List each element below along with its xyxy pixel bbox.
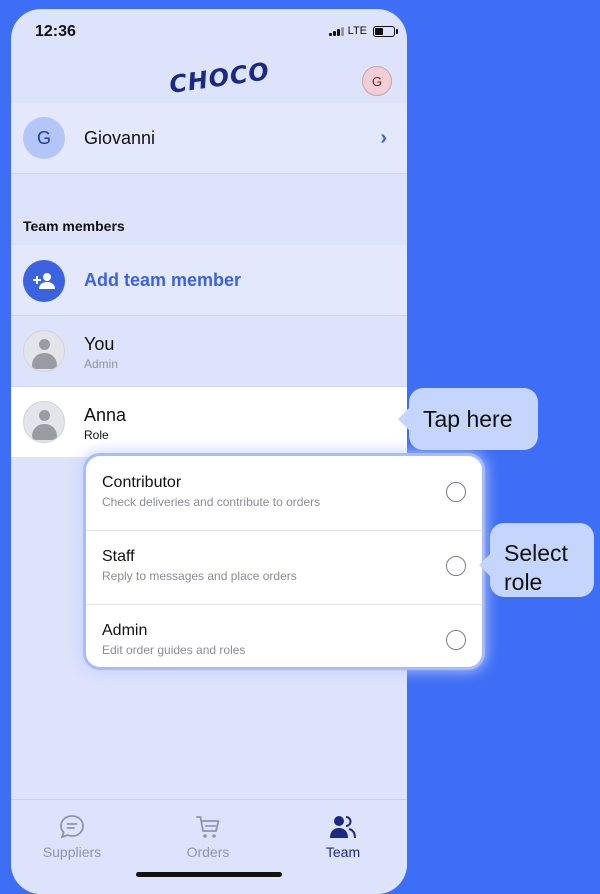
- member-name: Anna: [84, 405, 127, 425]
- option-description: Edit order guides and roles: [102, 643, 246, 657]
- add-person-icon: [23, 260, 65, 302]
- signal-icon: [328, 26, 344, 36]
- user-name: Giovanni: [84, 128, 156, 148]
- option-title: Contributor: [102, 474, 182, 491]
- member-name: You: [84, 334, 115, 354]
- option-description: Reply to messages and place orders: [102, 569, 297, 583]
- status-bar: 12:36 LTE: [11, 9, 407, 59]
- cart-icon: [196, 816, 220, 838]
- radio-button[interactable]: [446, 482, 466, 502]
- option-title: Admin: [102, 622, 148, 639]
- callout-line: role: [504, 569, 543, 595]
- status-indicators: LTE: [328, 25, 398, 37]
- radio-button[interactable]: [446, 556, 466, 576]
- role-option-admin[interactable]: Admin Edit order guides and roles: [86, 604, 482, 667]
- phone-screen: 12:36 LTE CHOCO G G Giovanni › Team memb…: [11, 9, 407, 894]
- network-label: LTE: [347, 25, 367, 37]
- user-avatar: G: [23, 117, 65, 159]
- add-team-member-button[interactable]: Add team member: [11, 245, 407, 316]
- role-dropdown: Contributor Check deliveries and contrib…: [86, 456, 482, 667]
- current-user-row[interactable]: G Giovanni ›: [11, 103, 407, 174]
- member-row-anna[interactable]: Anna Role: [11, 387, 407, 457]
- person-placeholder-icon: [23, 401, 65, 443]
- chevron-right-icon: ›: [380, 127, 387, 149]
- tab-label: Team: [325, 844, 361, 860]
- person-placeholder-icon: [23, 330, 65, 372]
- tab-label: Suppliers: [42, 844, 102, 860]
- home-indicator: [136, 872, 282, 877]
- radio-button[interactable]: [446, 630, 466, 650]
- tab-label: Orders: [186, 844, 230, 860]
- callout-select-role: Select role: [479, 523, 594, 597]
- choco-logo: CHOCO: [167, 57, 272, 99]
- callout-line: Select: [504, 540, 568, 566]
- battery-icon: [373, 25, 398, 37]
- profile-avatar[interactable]: G: [362, 66, 392, 96]
- member-role: Role: [84, 428, 109, 442]
- chat-bubble-icon: [60, 815, 84, 839]
- tab-bar: Suppliers Orders Team: [11, 799, 407, 894]
- role-option-staff[interactable]: Staff Reply to messages and place orders: [86, 530, 482, 605]
- status-time: 12:36: [35, 23, 76, 40]
- role-option-contributor[interactable]: Contributor Check deliveries and contrib…: [86, 456, 482, 531]
- member-row-you[interactable]: You Admin: [11, 316, 407, 387]
- option-description: Check deliveries and contribute to order…: [102, 495, 321, 509]
- add-team-member-label: Add team member: [84, 270, 242, 290]
- team-icon: [330, 816, 356, 839]
- callout-tap-here: Tap here: [398, 388, 538, 450]
- member-role: Admin: [84, 357, 119, 371]
- option-title: Staff: [102, 548, 135, 565]
- team-members-heading: Team members: [23, 218, 125, 234]
